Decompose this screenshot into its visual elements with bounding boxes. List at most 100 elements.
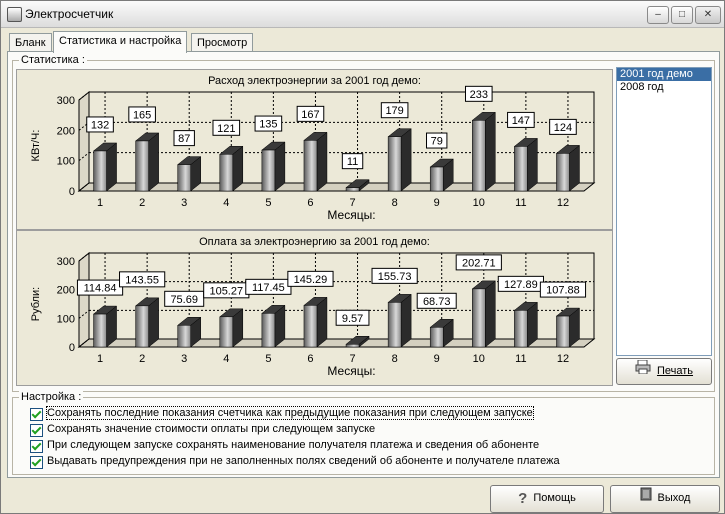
setting-checkbox[interactable] <box>30 408 43 421</box>
chart-side-wall <box>78 90 90 193</box>
bar-side <box>316 131 328 192</box>
data-label: 114.84 <box>84 283 117 295</box>
bar <box>219 316 234 348</box>
bar <box>429 166 444 192</box>
y-axis-label: Рубли: <box>30 287 42 321</box>
bar-side <box>485 111 496 192</box>
data-label: 121 <box>217 123 235 135</box>
data-label: 135 <box>259 119 277 131</box>
bar <box>556 315 570 348</box>
x-tick-label: 10 <box>473 353 485 365</box>
data-label: 68.73 <box>423 296 451 308</box>
data-label: 167 <box>301 109 319 121</box>
help-button[interactable]: ? Помощь <box>490 485 604 513</box>
data-label: 9.57 <box>342 313 363 325</box>
tab-panel: Статистика : 0 100 200 300 132 1 165 2 87 3 121 4 13… <box>7 51 720 478</box>
bar <box>429 327 444 348</box>
x-tick-label: 5 <box>265 197 271 209</box>
x-tick-label: 11 <box>515 353 526 365</box>
data-label: 147 <box>512 115 530 127</box>
y-tick-label: 300 <box>57 256 75 268</box>
title-bar[interactable]: Электросчетчик – □ ✕ <box>1 1 724 28</box>
x-tick-label: 3 <box>181 353 187 365</box>
bar <box>514 310 528 348</box>
bar <box>514 146 528 192</box>
bar-side <box>148 132 159 192</box>
x-tick-label: 8 <box>392 353 398 365</box>
settings-group-label: Настройка : <box>19 391 84 403</box>
x-tick-label: 1 <box>97 197 103 209</box>
chart-title: Оплата за электроэнергию за 2001 год дем… <box>199 236 430 248</box>
bar <box>261 149 276 192</box>
setting-label: Выдавать предупреждения при не заполненн… <box>47 455 560 467</box>
payment-chart: 0 100 200 300 114.84 1 143.55 2 75.69 3 105.27 4 117… <box>16 230 613 386</box>
y-tick-label: 0 <box>69 342 75 354</box>
setting-label: Сохранять последние показания счетчика к… <box>46 406 534 420</box>
bar <box>177 164 191 192</box>
bar <box>177 325 191 348</box>
bar-side <box>274 141 286 192</box>
x-tick-label: 4 <box>223 353 229 365</box>
chart-side-wall <box>78 251 90 349</box>
print-button-label: Печать <box>656 365 694 377</box>
x-axis-label: Месяцы: <box>327 364 375 378</box>
tab-preview[interactable]: Просмотр <box>191 33 254 52</box>
window-title: Электросчетчик <box>25 7 114 21</box>
maximize-button[interactable]: □ <box>671 6 693 24</box>
bar <box>345 187 360 192</box>
tab-blank[interactable]: Бланк <box>9 33 52 52</box>
setting-checkbox[interactable] <box>30 456 43 469</box>
year-item[interactable]: 2001 год демо <box>617 68 711 81</box>
bar <box>303 305 318 348</box>
setting-checkbox[interactable] <box>30 424 43 437</box>
bar <box>303 140 318 192</box>
app-window: Электросчетчик – □ ✕ Бланк Статистика и … <box>0 0 725 514</box>
x-tick-label: 3 <box>181 197 187 209</box>
bar <box>387 136 402 192</box>
printer-icon <box>635 359 651 383</box>
data-label: 117.45 <box>252 282 285 294</box>
bar-side <box>148 297 159 348</box>
data-label: 143.55 <box>125 274 159 286</box>
bar <box>472 120 486 192</box>
y-tick-label: 100 <box>57 313 75 325</box>
data-label: 127.89 <box>504 279 538 291</box>
exit-button[interactable]: Выход <box>610 485 720 513</box>
bar-side <box>527 137 538 192</box>
data-label: 124 <box>554 122 572 134</box>
y-tick-label: 100 <box>57 156 75 168</box>
y-axis-label: КВт/Ч: <box>30 130 42 162</box>
x-tick-label: 4 <box>223 197 229 209</box>
help-button-label: Помощь <box>533 492 576 505</box>
chart-svg: 0100200300132116528731214135516761171798… <box>30 75 596 222</box>
x-tick-label: 12 <box>557 353 569 365</box>
x-tick-label: 12 <box>557 197 569 209</box>
data-label: 202.71 <box>462 257 496 269</box>
meter-icon <box>7 7 22 22</box>
minimize-button[interactable]: – <box>647 6 669 24</box>
data-label: 132 <box>91 119 109 131</box>
data-label: 107.88 <box>546 285 580 297</box>
question-icon: ? <box>518 490 528 507</box>
bar <box>387 302 402 348</box>
data-label: 155.73 <box>378 271 412 283</box>
x-tick-label: 5 <box>265 353 271 365</box>
year-item[interactable]: 2008 год <box>617 81 711 94</box>
close-button[interactable]: ✕ <box>695 6 721 24</box>
x-tick-label: 10 <box>473 197 485 209</box>
data-label: 79 <box>431 136 443 148</box>
y-tick-label: 0 <box>69 186 75 198</box>
tab-statistics[interactable]: Статистика и настройка <box>53 31 188 53</box>
x-tick-label: 1 <box>97 353 103 365</box>
chart-title: Расход электроэнергии за 2001 год демо: <box>208 75 421 87</box>
bar-side <box>400 293 412 348</box>
chart-svg: 0 100 200 300 114.84 1 143.55 2 75.69 3 105.27 4 117… <box>30 236 596 378</box>
setting-checkbox[interactable] <box>30 440 43 453</box>
year-list[interactable]: 2001 год демо 2008 год <box>616 67 712 356</box>
print-button[interactable]: Печать <box>616 358 712 385</box>
x-tick-label: 11 <box>515 197 526 209</box>
bar <box>261 313 276 348</box>
bar <box>556 153 570 192</box>
x-tick-label: 9 <box>434 197 440 209</box>
data-label: 233 <box>470 89 488 101</box>
